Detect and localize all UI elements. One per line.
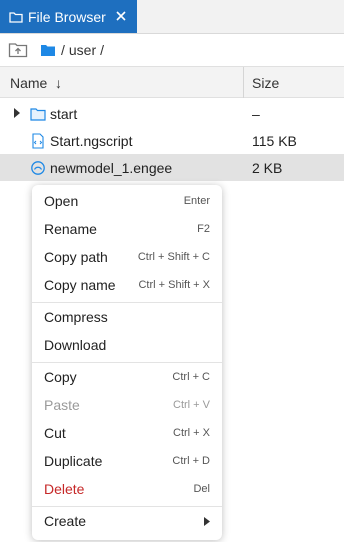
tab-label: File Browser (28, 8, 106, 25)
tab-bar: File Browser (0, 0, 344, 34)
size-column-header[interactable]: Size (252, 75, 279, 91)
breadcrumb-root-separator[interactable]: / (61, 42, 65, 58)
menu-item-shortcut: Ctrl + C (172, 371, 210, 383)
menu-item-cut[interactable]: Cut Ctrl + X (32, 420, 222, 448)
menu-item-label: Copy (44, 369, 77, 385)
menu-item-shortcut: Enter (183, 195, 210, 207)
file-size: – (252, 106, 260, 122)
menu-item-shortcut: Del (193, 483, 210, 495)
menu-item-label: Rename (44, 221, 97, 237)
table-row-selected[interactable]: newmodel_1.engee 2 KB (0, 154, 344, 181)
menu-item-shortcut: Ctrl + Shift + C (137, 251, 210, 263)
column-divider[interactable] (243, 67, 244, 98)
parent-folder-button[interactable] (7, 40, 28, 60)
menu-item-copy-path[interactable]: Copy path Ctrl + Shift + C (32, 244, 222, 272)
breadcrumb: / user / (40, 42, 108, 58)
menu-item-label: Delete (44, 481, 85, 497)
menu-item-shortcut: Ctrl + X (173, 427, 210, 439)
menu-item-label: Paste (44, 397, 80, 413)
table-row[interactable]: start – (0, 100, 344, 127)
menu-separator (32, 302, 222, 303)
menu-item-shortcut: Ctrl + D (172, 455, 210, 467)
menu-item-create[interactable]: Create (32, 508, 222, 536)
expand-arrow-icon[interactable] (13, 108, 21, 118)
tab-file-browser[interactable]: File Browser (0, 0, 137, 33)
folder-icon (9, 10, 23, 24)
menu-item-copy[interactable]: Copy Ctrl + C (32, 364, 222, 392)
table-row[interactable]: Start.ngscript 115 KB (0, 127, 344, 154)
menu-item-shortcut: Ctrl + Shift + X (138, 279, 210, 291)
menu-item-label: Download (44, 337, 107, 353)
file-name: newmodel_1.engee (50, 160, 173, 176)
file-name: start (50, 106, 78, 122)
menu-item-label: Cut (44, 425, 66, 441)
menu-item-open[interactable]: Open Enter (32, 188, 222, 216)
menu-item-duplicate[interactable]: Duplicate Ctrl + D (32, 448, 222, 476)
menu-item-label: Duplicate (44, 453, 103, 469)
menu-item-compress[interactable]: Compress (32, 304, 222, 332)
folder-icon (30, 106, 46, 122)
name-column-header[interactable]: Name (10, 75, 47, 91)
sort-down-icon[interactable]: ↓ (55, 75, 62, 91)
file-name: Start.ngscript (50, 133, 133, 149)
menu-item-label: Open (44, 193, 79, 209)
menu-item-label: Compress (44, 309, 108, 325)
menu-separator (32, 506, 222, 507)
file-size: 115 KB (252, 133, 297, 149)
menu-item-rename[interactable]: Rename F2 (32, 216, 222, 244)
menu-separator (32, 362, 222, 363)
script-file-icon (30, 133, 46, 149)
model-file-icon (30, 160, 46, 176)
menu-item-paste: Paste Ctrl + V (32, 392, 222, 420)
close-icon[interactable] (113, 8, 129, 24)
file-size: 2 KB (252, 160, 283, 176)
menu-item-label: Copy path (44, 249, 108, 265)
context-menu: Open Enter Rename F2 Copy path Ctrl + Sh… (32, 185, 222, 540)
menu-item-label: Create (44, 513, 87, 529)
menu-item-label: Copy name (44, 277, 116, 293)
column-header: Name ↓ Size (0, 66, 344, 98)
folder-up-icon (8, 43, 27, 58)
path-bar: / user / (0, 34, 344, 66)
menu-item-delete[interactable]: Delete Del (32, 476, 222, 504)
menu-item-shortcut: F2 (197, 223, 210, 235)
submenu-arrow-icon (204, 517, 210, 526)
breadcrumb-item-user[interactable]: user (69, 42, 96, 58)
menu-item-shortcut: Ctrl + V (173, 399, 210, 411)
breadcrumb-separator: / (100, 42, 105, 58)
folder-icon[interactable] (40, 43, 56, 57)
menu-item-copy-name[interactable]: Copy name Ctrl + Shift + X (32, 272, 222, 300)
menu-item-download[interactable]: Download (32, 332, 222, 360)
